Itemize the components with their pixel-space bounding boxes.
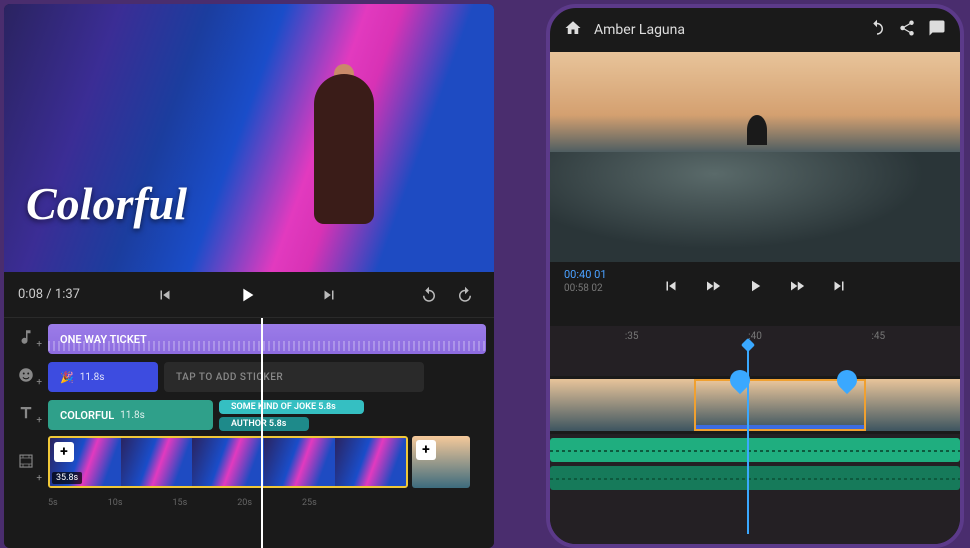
video-track: + 35.8s + [48, 436, 494, 494]
add-text-button[interactable]: + [4, 394, 48, 432]
video-preview[interactable] [550, 52, 960, 262]
sticker-clip[interactable]: 🎉 11.8s [48, 362, 158, 392]
playback-controls: 0:08 / 1:37 [4, 272, 494, 318]
comments-button[interactable] [928, 19, 946, 41]
next-button[interactable] [314, 280, 344, 310]
music-clip-title: ONE WAY TICKET [60, 333, 147, 346]
video-clip-selected[interactable]: + 35.8s [48, 436, 408, 488]
editor-app-one: Colorful 0:08 / 1:37 + + + + ONE WAY TIC… [4, 4, 494, 548]
text-clip-main[interactable]: COLORFUL11.8s [48, 400, 213, 430]
playhead[interactable] [747, 346, 749, 534]
video-preview[interactable]: Colorful [4, 4, 494, 272]
frame-back-button[interactable] [704, 277, 722, 299]
audio-track-2[interactable] [550, 466, 960, 490]
add-sticker-placeholder[interactable]: TAP TO ADD STICKER [164, 362, 424, 392]
prev-button[interactable] [150, 280, 180, 310]
music-clip[interactable]: ONE WAY TICKET [48, 324, 486, 354]
video-clip[interactable] [866, 379, 960, 431]
video-clip-2[interactable]: + [412, 436, 470, 488]
frame-forward-button[interactable] [788, 277, 806, 299]
playback-time: 0:08 / 1:37 [18, 287, 80, 302]
add-video-button[interactable]: + [4, 432, 48, 490]
undo-button[interactable] [868, 19, 886, 41]
playhead[interactable] [261, 318, 263, 548]
insert-before-icon[interactable]: + [416, 440, 436, 460]
time-ruler: 5s 10s 15s 20s 25s [48, 494, 494, 508]
play-button[interactable] [232, 280, 262, 310]
track-type-column: + + + + [4, 318, 48, 548]
overlay-title-text: Colorful [26, 177, 187, 230]
timeline[interactable]: :35 :40 :45 [550, 326, 960, 544]
video-track [550, 376, 960, 434]
redo-button[interactable] [450, 280, 480, 310]
insert-before-icon[interactable]: + [54, 442, 74, 462]
play-button[interactable] [746, 277, 764, 299]
top-bar: Amber Laguna [550, 8, 960, 52]
skip-back-button[interactable] [662, 277, 680, 299]
undo-button[interactable] [414, 280, 444, 310]
audio-track-1[interactable] [550, 438, 960, 462]
timeline: + + + + ONE WAY TICKET 🎉 11.8s TAP TO AD… [4, 318, 494, 548]
add-music-button[interactable]: + [4, 318, 48, 356]
home-button[interactable] [564, 19, 582, 41]
panel-gap [494, 0, 546, 544]
sticker-duration: 11.8s [80, 372, 105, 383]
text-clip-sub1[interactable]: SOME KIND OF JOKE 5.8s [219, 400, 364, 414]
time-ruler: :35 :40 :45 [550, 326, 960, 346]
share-button[interactable] [898, 19, 916, 41]
add-sticker-button[interactable]: + [4, 356, 48, 394]
text-clip-sub2[interactable]: AUTHOR 5.8s [219, 417, 309, 431]
playback-controls: 00:40 01 00:58 02 [550, 262, 960, 326]
editor-app-two: Amber Laguna 00:40 01 00:58 02 :35 :40 :… [546, 4, 964, 548]
skip-forward-button[interactable] [830, 277, 848, 299]
tracks-area[interactable]: ONE WAY TICKET 🎉 11.8s TAP TO ADD STICKE… [48, 318, 494, 548]
video-clip-duration: 35.8s [52, 472, 82, 484]
video-clip[interactable] [550, 379, 694, 431]
project-name[interactable]: Amber Laguna [594, 22, 856, 38]
